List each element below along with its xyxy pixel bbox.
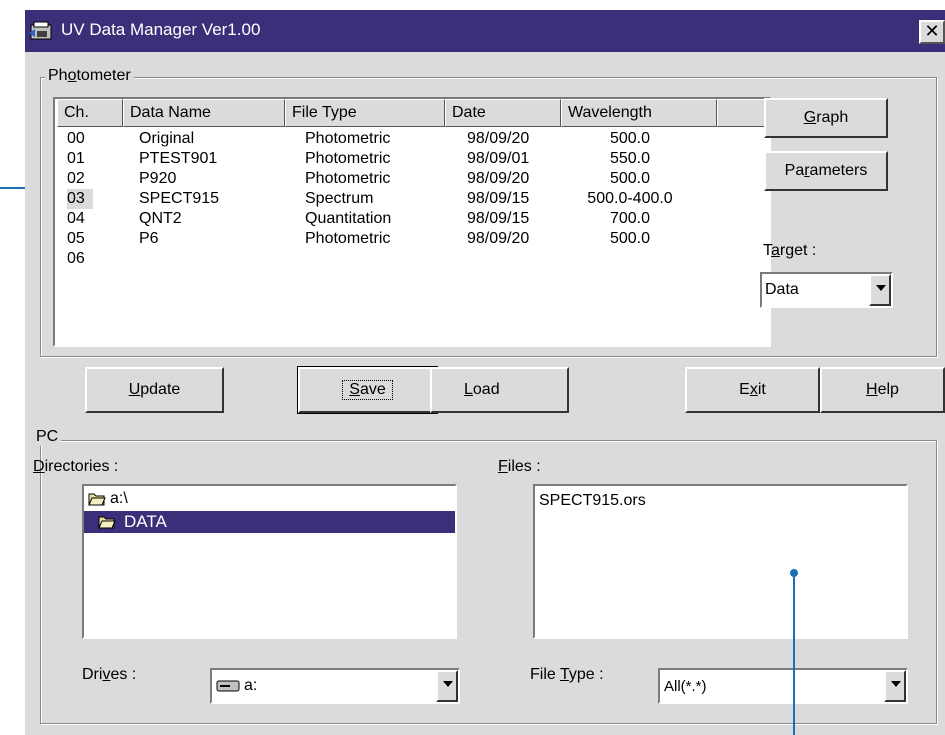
channel-list[interactable]: Ch. Data Name File Type Date Wavelength …: [53, 97, 771, 347]
table-row[interactable]: 00 Original Photometric 98/09/20 500.0: [55, 129, 715, 149]
app-icon: [29, 21, 52, 40]
drives-label: Drives :: [82, 666, 137, 683]
window-title: UV Data Manager Ver1.00: [61, 20, 261, 39]
files-label: Files :: [498, 458, 541, 475]
table-cell-wl: 500.0: [609, 130, 651, 147]
files-list[interactable]: SPECT915.ors: [533, 484, 908, 639]
close-icon: ✕: [924, 21, 940, 41]
table-cell-wl: 500.0: [609, 170, 651, 187]
table-cell-wl: 700.0: [609, 210, 651, 227]
exit-button[interactable]: Ex it: [685, 367, 820, 413]
file-type-select-value: All(*.*): [664, 678, 707, 695]
table-cell-type: Photometric: [305, 150, 391, 167]
help-button[interactable]: Help: [820, 367, 945, 413]
table-cell-date: 98/09/15: [467, 210, 530, 227]
table-cell-ch: 03: [67, 189, 93, 209]
open-folder-icon: [98, 516, 116, 529]
table-cell-date: 98/09/20: [467, 170, 530, 187]
dir-item-root[interactable]: a:\: [86, 490, 446, 510]
title-bar: UV Data Manager Ver1.00 ✕: [25, 10, 945, 52]
file-type-select[interactable]: All(*.*): [658, 668, 908, 704]
table-cell-ch: 05: [67, 230, 85, 247]
target-label: Target :: [763, 242, 817, 259]
table-cell-date: 98/09/20: [467, 130, 530, 147]
table-cell-name: SPECT915: [139, 190, 220, 207]
table-cell-date: 98/09/20: [467, 230, 530, 247]
pc-group-label: PC: [33, 428, 62, 446]
drives-select-value: a:: [244, 677, 258, 694]
parameters-button[interactable]: Pa r ameters: [764, 151, 888, 191]
target-select[interactable]: Data: [760, 272, 893, 308]
target-select-value: Data: [765, 281, 799, 298]
drives-select[interactable]: a:: [210, 668, 460, 704]
table-cell-wl: 550.0: [609, 150, 651, 167]
directories-list[interactable]: a:\ DATA: [82, 484, 457, 639]
table-cell-ch: 06: [67, 250, 85, 267]
table-cell-date: 98/09/15: [467, 190, 530, 207]
table-cell-ch: 00: [67, 130, 85, 147]
table-cell-ch: 04: [67, 210, 85, 227]
file-type-label: File Type :: [530, 666, 604, 683]
table-cell-type: Quantitation: [305, 210, 392, 227]
column-header-file-type[interactable]: File Type: [285, 99, 445, 127]
table-cell-name: PTEST901: [139, 150, 218, 167]
table-cell-date: 98/09/01: [467, 150, 530, 167]
photometer-group-label: Photometer: [45, 67, 134, 85]
update-button[interactable]: Update: [85, 367, 224, 413]
chevron-down-icon[interactable]: [869, 274, 891, 306]
save-button[interactable]: Save: [297, 366, 438, 414]
chevron-down-icon[interactable]: [884, 670, 906, 702]
file-item[interactable]: SPECT915.ors: [539, 492, 646, 510]
table-cell-wl: 500.0: [609, 230, 651, 247]
table-cell-type: Photometric: [305, 230, 391, 247]
chevron-down-icon[interactable]: [436, 670, 458, 702]
table-cell-ch: 01: [67, 150, 85, 167]
table-cell-name: Original: [139, 130, 195, 147]
column-header-date[interactable]: Date: [445, 99, 561, 127]
directories-label: Directories :: [33, 458, 119, 475]
column-header-data-name[interactable]: Data Name: [123, 99, 285, 127]
dir-item-label: a:\: [110, 490, 128, 507]
table-cell-type: Photometric: [305, 170, 391, 187]
table-cell-name: QNT2: [139, 210, 182, 227]
table-cell-name: P6: [139, 230, 159, 247]
table-cell-ch: 02: [67, 170, 85, 187]
table-cell-type: Photometric: [305, 130, 391, 147]
table-row[interactable]: 01 PTEST901 Photometric 98/09/01 550.0: [55, 149, 715, 169]
table-row[interactable]: 03 SPECT915 Spectrum 98/09/15 500.0-400.0: [55, 189, 715, 209]
table-row[interactable]: 02 P920 Photometric 98/09/20 500.0: [55, 169, 715, 189]
table-row[interactable]: 06: [55, 249, 715, 269]
table-row[interactable]: 04 QNT2 Quantitation 98/09/15 700.0: [55, 209, 715, 229]
close-button[interactable]: ✕: [919, 20, 945, 44]
table-cell-type: Spectrum: [305, 190, 374, 207]
table-cell-name: P920: [139, 170, 177, 187]
app-window: UV Data Manager Ver1.00 ✕ Photometer Ch.…: [25, 10, 945, 735]
dir-item-data[interactable]: DATA: [84, 511, 455, 533]
table-cell-wl: 500.0-400.0: [587, 190, 673, 207]
open-folder-icon: [88, 493, 106, 506]
column-header-filler: [717, 99, 769, 127]
column-header-wavelength[interactable]: Wavelength: [561, 99, 717, 127]
table-row[interactable]: 05 P6 Photometric 98/09/20 500.0: [55, 229, 715, 249]
graph-button[interactable]: Graph: [764, 98, 888, 138]
dir-item-label: DATA: [124, 512, 167, 531]
column-header-ch[interactable]: Ch.: [57, 99, 123, 127]
load-button[interactable]: Load: [430, 367, 569, 413]
drive-icon: [216, 680, 240, 692]
callout-line-right: [793, 573, 795, 735]
